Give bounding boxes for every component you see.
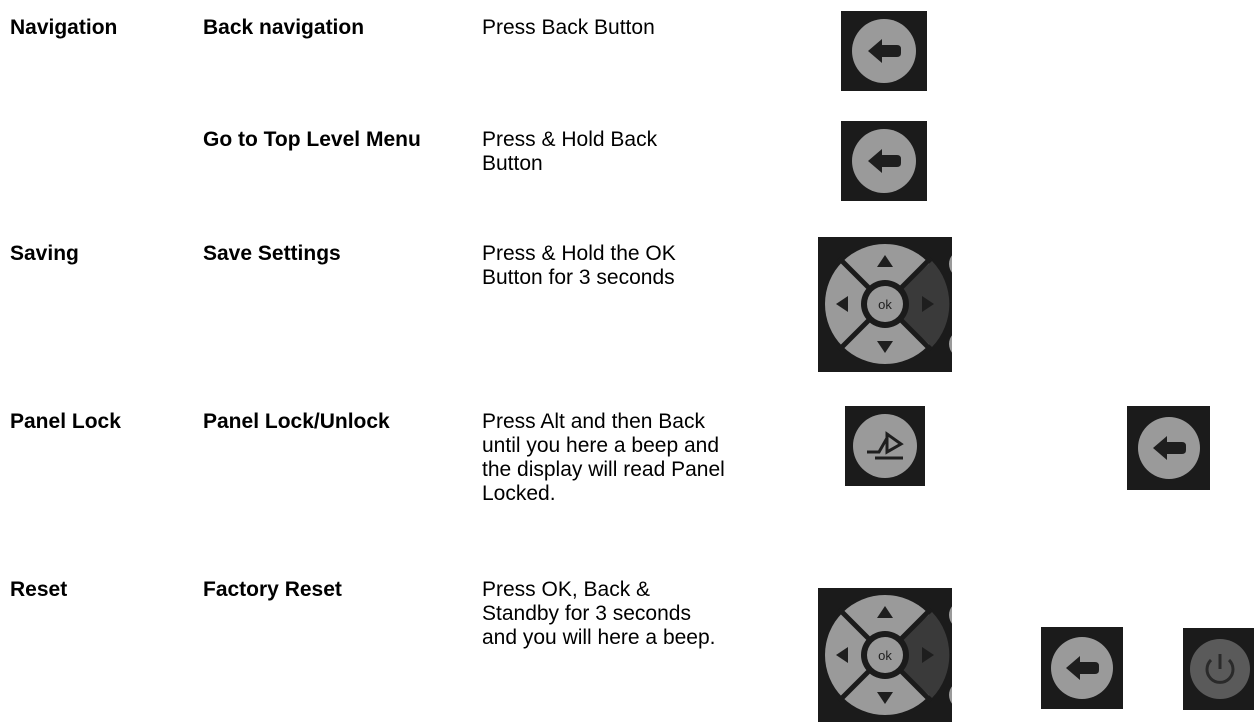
description-factory-reset: Press OK, Back & Standby for 3 seconds a… bbox=[482, 578, 716, 649]
description-panel-lock: Press Alt and then Back until you here a… bbox=[482, 410, 725, 505]
ok-dpad-icon: ok bbox=[818, 588, 952, 722]
action-factory-reset: Factory Reset bbox=[203, 578, 342, 601]
action-save-settings: Save Settings bbox=[203, 242, 341, 265]
alt-button-icon bbox=[845, 406, 925, 486]
dpad-ok-label: ok bbox=[878, 648, 892, 663]
category-reset: Reset bbox=[10, 578, 68, 601]
category-saving: Saving bbox=[10, 242, 79, 265]
back-button-icon bbox=[1127, 406, 1210, 490]
back-button-icon bbox=[841, 121, 927, 201]
back-button-icon bbox=[841, 11, 927, 91]
ok-dpad-icon: ok bbox=[818, 237, 952, 372]
dpad-ok-label: ok bbox=[878, 297, 892, 312]
description-back-navigation: Press Back Button bbox=[482, 16, 655, 39]
back-button-icon bbox=[1041, 627, 1123, 709]
category-panel-lock: Panel Lock bbox=[10, 410, 121, 433]
category-navigation: Navigation bbox=[10, 16, 118, 39]
action-top-level-menu: Go to Top Level Menu bbox=[203, 128, 421, 151]
standby-button-icon bbox=[1183, 628, 1254, 710]
description-save-settings: Press & Hold the OK Button for 3 seconds bbox=[482, 242, 676, 289]
action-panel-lock-unlock: Panel Lock/Unlock bbox=[203, 410, 390, 433]
description-top-level-menu: Press & Hold Back Button bbox=[482, 128, 658, 175]
action-back-navigation: Back navigation bbox=[203, 16, 365, 39]
